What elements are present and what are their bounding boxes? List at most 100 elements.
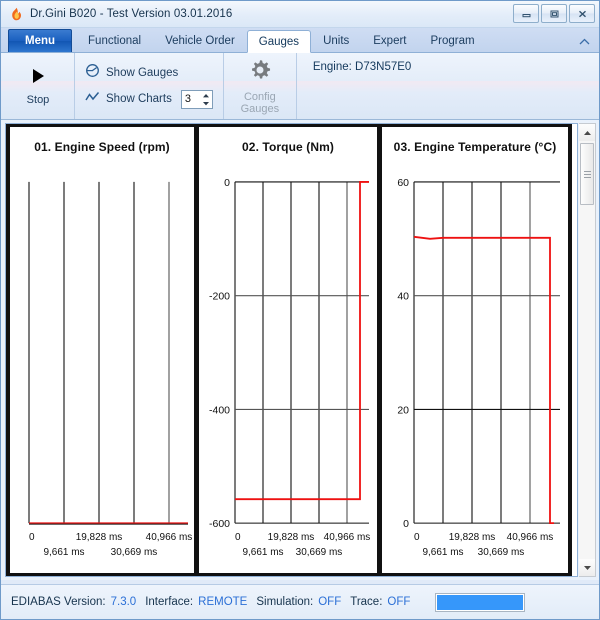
x-tick-label-3-3: 30,669 ms: [478, 547, 525, 558]
x-tick-label-1-1: 9,661 ms: [43, 547, 84, 558]
plot-svg-1: 0 9,661 ms 19,828 ms 30,669 ms 40,966 ms: [10, 154, 194, 573]
y-tick-label-2-1: -200: [209, 292, 230, 303]
tab-units[interactable]: Units: [311, 29, 361, 52]
chart-title-1: 01. Engine Speed (rpm): [10, 127, 194, 154]
gridlines-1: [29, 182, 169, 523]
charts-vertical-scrollbar[interactable]: [579, 123, 596, 577]
chevron-up-icon[interactable]: [577, 35, 591, 48]
x-tick-label-3-2: 19,828 ms: [449, 532, 496, 543]
show-gauges-label: Show Gauges: [106, 67, 178, 79]
close-button[interactable]: [569, 4, 595, 23]
x-tick-label-3-1: 9,661 ms: [422, 547, 463, 558]
flame-icon: [9, 7, 24, 22]
tab-menu[interactable]: Menu: [8, 29, 72, 52]
plot-svg-3: 60 40 20 0 0 9,661 ms 19,828 ms 30,669 m…: [382, 154, 568, 573]
scroll-up-arrow[interactable]: [579, 124, 595, 141]
ribbon-group-engine: Engine: D73N57E0: [297, 53, 427, 119]
scroll-down-arrow[interactable]: [579, 559, 595, 576]
chart-count-value: 3: [182, 93, 191, 105]
y-tick-label-2-3: -600: [209, 519, 230, 530]
window-controls: [513, 4, 595, 23]
tab-units-label: Units: [323, 35, 349, 47]
tab-expert[interactable]: Expert: [361, 29, 418, 52]
title-bar: Dr.Gini B020 - Test Version 03.01.2016: [1, 1, 599, 28]
config-gauges-label-line1: Config: [244, 91, 276, 103]
x-tick-label-2-3: 30,669 ms: [296, 547, 343, 558]
gear-icon: [247, 57, 273, 88]
status-bar: EDIABAS Version: 7.3.0 Interface: REMOTE…: [1, 584, 599, 619]
scrollbar-thumb[interactable]: [580, 143, 594, 205]
x-tick-label-3-4: 40,966 ms: [507, 532, 554, 543]
show-gauges-button[interactable]: Show Gauges: [85, 63, 213, 83]
ribbon-tab-bar: Menu Functional Vehicle Order Gauges Uni…: [1, 28, 599, 53]
stop-button[interactable]: Stop: [8, 55, 68, 117]
plot-svg-2: 0 -200 -400 -600 0 9,661 ms 19,828 ms 30…: [199, 154, 377, 573]
y-tick-label-3-0: 60: [397, 178, 409, 189]
line-chart-icon: [85, 90, 100, 109]
window-title: Dr.Gini B020 - Test Version 03.01.2016: [30, 8, 232, 20]
status-progress-bar: [435, 593, 525, 612]
chart-title-2: 02. Torque (Nm): [199, 127, 377, 154]
stepper-down-arrow: [202, 101, 210, 106]
x-tick-label-2-2: 19,828 ms: [268, 532, 315, 543]
tab-menu-label: Menu: [25, 35, 55, 47]
chart-panel-engine-speed[interactable]: 01. Engine Speed (rpm) 0: [6, 124, 198, 576]
chart-panel-torque[interactable]: 02. Torque (Nm): [195, 124, 381, 576]
x-tick-label-1-0: 0: [29, 532, 35, 543]
ribbon-group-config: Config Gauges: [224, 53, 297, 119]
application-window: Dr.Gini B020 - Test Version 03.01.2016 M…: [0, 0, 600, 620]
charts-container: 01. Engine Speed (rpm) 0: [5, 123, 578, 577]
tab-vehicle-order[interactable]: Vehicle Order: [153, 29, 247, 52]
tab-functional[interactable]: Functional: [76, 29, 153, 52]
gridlines-2: [235, 182, 369, 523]
charts-area: 01. Engine Speed (rpm) 0: [1, 120, 599, 580]
plot-area-1: 0 9,661 ms 19,828 ms 30,669 ms 40,966 ms: [10, 154, 194, 573]
interface-value: REMOTE: [198, 596, 247, 608]
y-tick-label-3-3: 0: [403, 519, 409, 530]
simulation-label: Simulation:: [256, 596, 313, 608]
show-charts-label[interactable]: Show Charts: [106, 93, 172, 105]
stepper-arrows: [202, 91, 210, 108]
simulation-value: OFF: [318, 596, 341, 608]
config-gauges-button[interactable]: Config Gauges: [230, 55, 290, 117]
trace-value: OFF: [387, 596, 410, 608]
tab-program-label: Program: [431, 35, 475, 47]
interface-label: Interface:: [145, 596, 193, 608]
engine-label: Engine: D73N57E0: [303, 61, 421, 73]
x-tick-label-1-3: 30,669 ms: [111, 547, 158, 558]
scrollbar-track[interactable]: [579, 141, 595, 559]
maximize-button[interactable]: [541, 4, 567, 23]
chart-count-stepper[interactable]: 3: [181, 90, 213, 109]
plot-area-2: 0 -200 -400 -600 0 9,661 ms 19,828 ms 30…: [199, 154, 377, 573]
minimize-button[interactable]: [513, 4, 539, 23]
y-tick-label-3-1: 40: [397, 292, 409, 303]
show-charts-row: Show Charts 3: [85, 89, 213, 109]
tab-vehicle-order-label: Vehicle Order: [165, 35, 235, 47]
tab-expert-label: Expert: [373, 35, 406, 47]
ribbon-group-run: Stop: [2, 53, 75, 119]
tab-functional-label: Functional: [88, 35, 141, 47]
y-tick-label-2-2: -400: [209, 405, 230, 416]
trace-label: Trace:: [350, 596, 382, 608]
ediabas-version-value: 7.3.0: [111, 596, 137, 608]
gridlines-3: [414, 182, 560, 523]
chart-panel-engine-temperature[interactable]: 03. Engine Temperature (°C): [378, 124, 572, 576]
series-line-2: [235, 182, 369, 499]
ediabas-version-label: EDIABAS Version:: [11, 596, 106, 608]
x-tick-label-2-4: 40,966 ms: [324, 532, 371, 543]
play-triangle-icon: [27, 66, 49, 91]
config-gauges-label-line2: Gauges: [241, 103, 280, 115]
x-tick-label-1-2: 19,828 ms: [76, 532, 123, 543]
stop-button-label: Stop: [27, 94, 50, 106]
y-tick-label-3-2: 20: [397, 405, 409, 416]
tab-gauges-label: Gauges: [259, 36, 299, 48]
tab-program[interactable]: Program: [419, 29, 487, 52]
x-tick-label-1-4: 40,966 ms: [146, 532, 193, 543]
plot-area-3: 60 40 20 0 0 9,661 ms 19,828 ms 30,669 m…: [382, 154, 568, 573]
x-tick-label-2-1: 9,661 ms: [242, 547, 283, 558]
tab-gauges[interactable]: Gauges: [247, 30, 311, 53]
status-progress-fill: [437, 595, 523, 610]
chart-title-3: 03. Engine Temperature (°C): [382, 127, 568, 154]
ribbon-toolbar: Stop Show Gauges: [1, 53, 599, 120]
gauge-icon: [85, 63, 100, 83]
